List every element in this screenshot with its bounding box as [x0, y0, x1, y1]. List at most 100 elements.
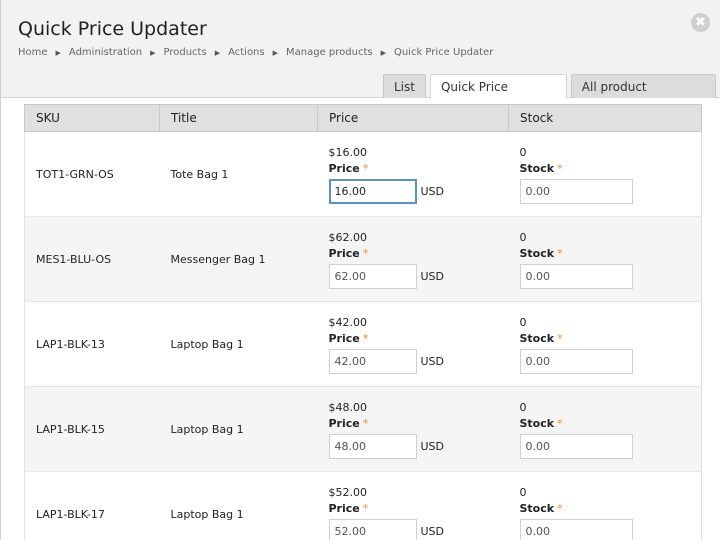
table-header-row: SKU Title Price Stock	[24, 104, 702, 132]
stock-label: Stock *	[520, 161, 702, 177]
breadcrumb-separator-icon: ▶	[272, 48, 278, 57]
sku-text: LAP1-BLK-15	[36, 422, 105, 436]
current-price: $42.00	[328, 315, 368, 329]
breadcrumb-manage-products[interactable]: Manage products	[286, 47, 373, 58]
price-input[interactable]: 42.00	[328, 348, 417, 374]
price-cell: $62.00 Price * 62.00 USD	[317, 216, 509, 302]
required-marker: *	[362, 501, 369, 515]
stock-input[interactable]: 0.00	[519, 518, 633, 540]
stock-label-text: Stock	[519, 501, 555, 515]
stock-label: Stock *	[520, 501, 702, 517]
sku-cell: LAP1-BLK-17	[24, 471, 160, 540]
current-price: $62.00	[328, 230, 368, 244]
tab-bar: List Quick Price Updater All product var…	[383, 74, 720, 118]
currency-label: USD	[420, 269, 445, 283]
price-label: Price *	[329, 246, 509, 262]
current-price: $48.00	[328, 400, 368, 414]
title-text: Laptop Bag 1	[170, 337, 244, 351]
price-cell: $48.00 Price * 48.00 USD	[317, 386, 509, 472]
price-label-text: Price	[328, 331, 360, 345]
required-marker: *	[362, 416, 369, 430]
stock-label: Stock *	[520, 246, 702, 262]
tab-list[interactable]: List	[383, 74, 426, 98]
stock-input[interactable]: 0.00	[519, 178, 633, 204]
stock-input[interactable]: 0.00	[519, 263, 633, 289]
current-stock: 0	[519, 315, 527, 329]
stock-cell: 0 Stock * 0.00	[508, 216, 702, 302]
current-stock: 0	[519, 145, 527, 159]
price-cell: $42.00 Price * 42.00 USD	[317, 301, 509, 387]
required-marker: *	[557, 331, 563, 345]
stock-cell: 0 Stock * 0.00	[508, 471, 702, 540]
price-label-text: Price	[328, 416, 360, 430]
column-header-sku: SKU	[24, 104, 160, 132]
breadcrumb-actions[interactable]: Actions	[228, 47, 265, 58]
table-row: LAP1-BLK-13 Laptop Bag 1 $42.00 Price * 4…	[24, 301, 702, 387]
title-cell: Laptop Bag 1	[159, 386, 318, 472]
price-label-text: Price	[328, 161, 360, 175]
title-cell: Laptop Bag 1	[159, 301, 318, 387]
column-header-title: Title	[159, 104, 318, 132]
title-text: Messenger Bag 1	[170, 252, 266, 266]
sku-cell: LAP1-BLK-15	[24, 386, 160, 472]
column-header-price: Price	[317, 104, 509, 132]
sku-cell: MES1-BLU-OS	[24, 216, 160, 302]
tab-all-product-variations[interactable]: All product variations	[570, 74, 716, 118]
stock-label-text: Stock	[519, 331, 555, 345]
current-stock: 0	[519, 485, 527, 499]
left-divider	[0, 98, 1, 540]
required-marker: *	[557, 501, 563, 515]
close-icon[interactable]: ✖	[691, 13, 710, 32]
price-label-text: Price	[328, 246, 360, 260]
title-cell: Tote Bag 1	[159, 131, 318, 217]
currency-label: USD	[420, 184, 445, 198]
required-marker: *	[362, 331, 369, 345]
price-input[interactable]: 16.00	[328, 178, 417, 204]
column-header-stock: Stock	[508, 104, 702, 132]
price-input[interactable]: 48.00	[328, 433, 417, 459]
price-table-container: SKU Title Price Stock TOT1-GRN-OS Tote B…	[24, 104, 702, 540]
table-row: LAP1-BLK-15 Laptop Bag 1 $48.00 Price * 4…	[24, 386, 702, 472]
currency-label: USD	[420, 524, 445, 538]
stock-label-text: Stock	[519, 161, 555, 175]
required-marker: *	[557, 416, 563, 430]
sku-text: TOT1-GRN-OS	[36, 167, 114, 181]
title-cell: Messenger Bag 1	[159, 216, 318, 302]
price-label-text: Price	[328, 501, 360, 515]
title-text: Tote Bag 1	[170, 167, 229, 181]
tab-quick-price-updater[interactable]: Quick Price Updater	[429, 74, 567, 118]
price-table: SKU Title Price Stock TOT1-GRN-OS Tote B…	[24, 104, 702, 540]
sku-text: MES1-BLU-OS	[36, 252, 112, 266]
stock-cell: 0 Stock * 0.00	[508, 301, 702, 387]
required-marker: *	[362, 246, 369, 260]
stock-label: Stock *	[520, 416, 702, 432]
breadcrumb-separator-icon: ▶	[380, 48, 386, 57]
header-panel: Quick Price Updater Home ▶ Administratio…	[0, 0, 720, 118]
table-row: LAP1-BLK-17 Laptop Bag 1 $52.00 Price * 5…	[24, 471, 702, 540]
price-label: Price *	[329, 331, 509, 347]
stock-label-text: Stock	[519, 416, 555, 430]
stock-input[interactable]: 0.00	[519, 433, 633, 459]
required-marker: *	[557, 246, 563, 260]
required-marker: *	[362, 161, 369, 175]
price-label: Price *	[329, 501, 509, 517]
breadcrumb-products[interactable]: Products	[164, 47, 207, 58]
title-text: Laptop Bag 1	[170, 507, 244, 521]
stock-cell: 0 Stock * 0.00	[508, 131, 702, 217]
title-text: Laptop Bag 1	[170, 422, 244, 436]
current-stock: 0	[519, 400, 527, 414]
breadcrumb-current: Quick Price Updater	[393, 47, 494, 58]
sku-text: LAP1-BLK-17	[36, 507, 105, 521]
price-input[interactable]: 52.00	[328, 518, 417, 540]
page-title: Quick Price Updater	[18, 18, 207, 40]
stock-label: Stock *	[520, 331, 702, 347]
breadcrumb-administration[interactable]: Administration	[69, 47, 142, 58]
price-input[interactable]: 62.00	[328, 263, 417, 289]
sku-cell: TOT1-GRN-OS	[24, 131, 160, 217]
table-row: TOT1-GRN-OS Tote Bag 1 $16.00 Price * 16.…	[24, 131, 702, 217]
table-row: MES1-BLU-OS Messenger Bag 1 $62.00 Price…	[24, 216, 702, 302]
currency-label: USD	[420, 354, 445, 368]
breadcrumb-home[interactable]: Home	[18, 47, 48, 58]
current-price: $16.00	[328, 145, 368, 159]
stock-input[interactable]: 0.00	[519, 348, 633, 374]
